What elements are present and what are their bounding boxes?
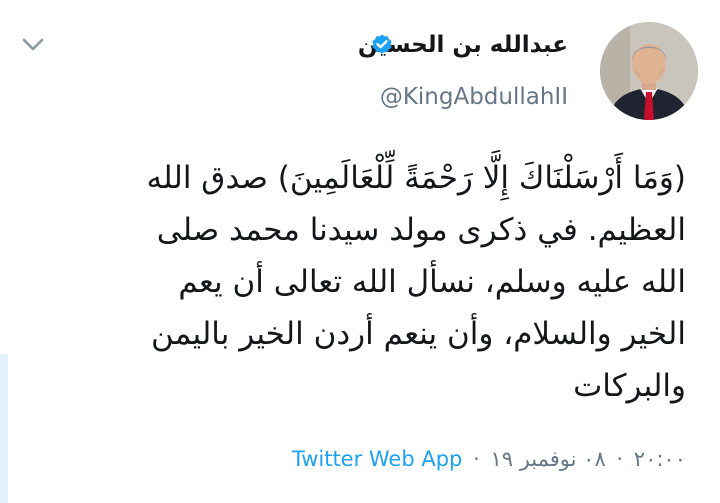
tweet-line: والبركات [573, 368, 686, 404]
separator: · [616, 447, 624, 471]
tweet-time[interactable]: ٢٠:٠٠ [634, 447, 686, 471]
scroll-indicator [0, 354, 8, 503]
username-handle[interactable]: @KingAbdullahII [380, 82, 568, 112]
verified-badge-icon [372, 34, 392, 54]
chevron-down-icon[interactable] [20, 34, 46, 54]
tweet-date[interactable]: ٠٨ نوفمبر ١٩ [490, 447, 605, 471]
tweet-line: (وَمَا أَرْسَلْنَاكَ إِلَّا رَحْمَةً لِّ… [146, 160, 687, 196]
tweet-line: الخير والسلام، وأن ينعم أردن الخير باليم… [150, 316, 686, 352]
tweet-line: الله عليه وسلم، نسأل الله تعالى أن يعم [178, 264, 686, 300]
tweet-metadata: ٢٠:٠٠ · ٠٨ نوفمبر ١٩ · Twitter Web App [292, 444, 686, 474]
tweet-text: (وَمَا أَرْسَلْنَاكَ إِلَّا رَحْمَةً لِّ… [46, 152, 687, 412]
source-link[interactable]: Twitter Web App [292, 447, 463, 471]
tweet-card: عبدالله بن الحسين @KingAbdullahII (وَمَا… [0, 0, 720, 503]
tweet-line: العظيم. في ذكرى مولد سيدنا محمد صلى [156, 212, 686, 248]
separator: · [473, 447, 480, 471]
avatar[interactable] [600, 22, 698, 120]
